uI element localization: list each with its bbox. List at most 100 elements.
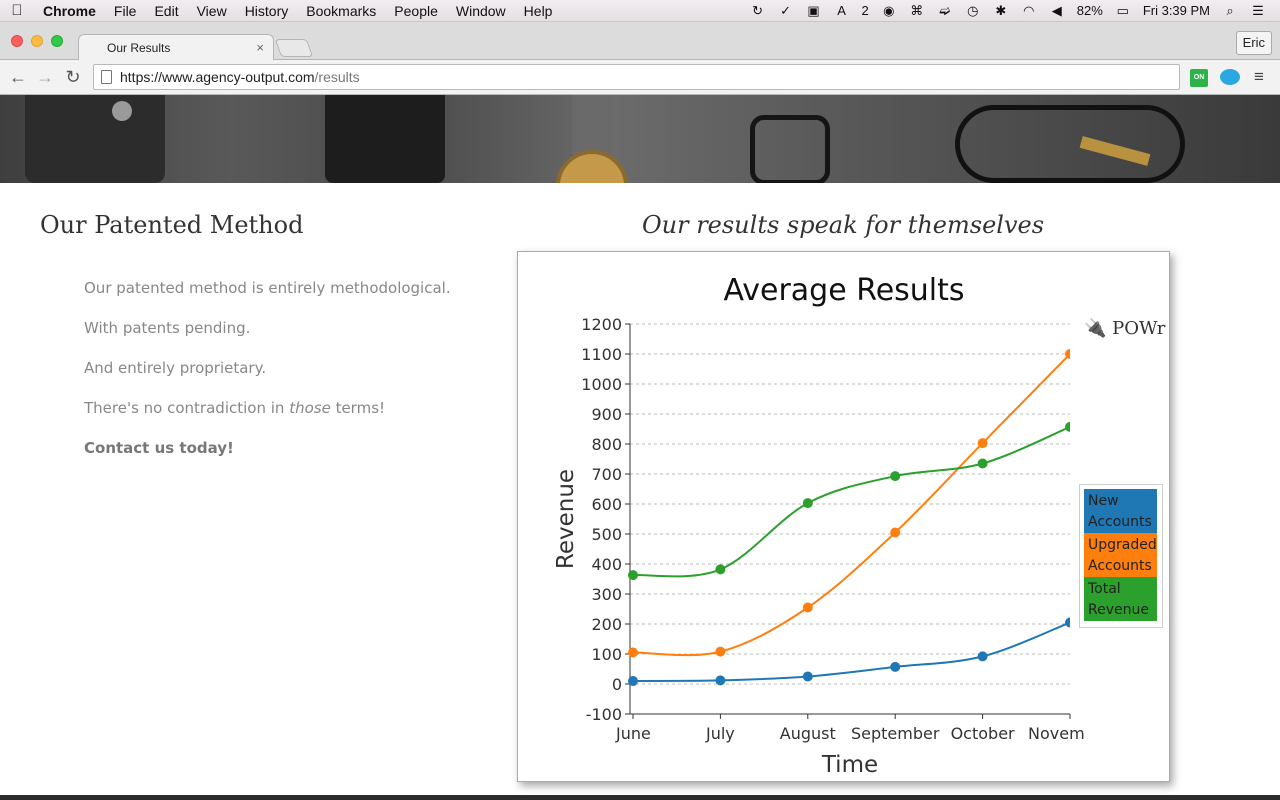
- command-icon[interactable]: ⌘: [909, 3, 925, 18]
- y-tick-label: 0: [612, 675, 622, 694]
- data-point: [628, 676, 638, 686]
- menu-bookmarks[interactable]: Bookmarks: [297, 3, 385, 19]
- zoom-window-button[interactable]: [51, 35, 63, 47]
- chat-extension-icon[interactable]: [1220, 69, 1240, 85]
- powr-label: POWr: [1112, 318, 1166, 339]
- left-heading: Our Patented Method: [40, 211, 304, 239]
- data-point: [890, 527, 901, 538]
- bluetooth-icon[interactable]: ✱: [993, 3, 1009, 18]
- series-line-2: [632, 425, 1070, 578]
- battery-icon[interactable]: ▭: [1115, 3, 1131, 18]
- y-tick-label: -100: [586, 705, 622, 724]
- profile-button[interactable]: Eric: [1235, 31, 1272, 55]
- reload-icon[interactable]: ↻: [62, 66, 84, 88]
- legend-item-new-accounts[interactable]: New Accounts: [1084, 489, 1157, 533]
- menu-help[interactable]: Help: [515, 3, 562, 19]
- paragraph-2: With patents pending.: [84, 319, 251, 337]
- y-tick-label: 400: [591, 555, 622, 574]
- window-controls: [11, 35, 63, 47]
- data-point: [1065, 617, 1070, 628]
- legend-item-upgraded-accounts[interactable]: Upgraded Accounts: [1084, 533, 1157, 577]
- menu-file[interactable]: File: [105, 3, 146, 19]
- minimize-window-button[interactable]: [31, 35, 43, 47]
- close-window-button[interactable]: [11, 35, 23, 47]
- x-tick-label: September: [851, 724, 940, 743]
- data-point: [890, 661, 901, 672]
- browser-toolbar: ← → ↻ https://www.agency-output.com/resu…: [0, 60, 1280, 95]
- x-tick-label: August: [780, 724, 836, 743]
- x-tick-label: Novem: [1028, 724, 1085, 743]
- menu-window[interactable]: Window: [447, 3, 515, 19]
- tab-close-icon[interactable]: ×: [256, 40, 264, 55]
- data-point: [628, 647, 638, 658]
- chrome-menu-icon[interactable]: ≡: [1254, 68, 1270, 86]
- paragraph-1: Our patented method is entirely methodol…: [84, 279, 451, 297]
- sync-icon[interactable]: ↻: [750, 3, 766, 18]
- legend-item-total-revenue[interactable]: Total Revenue: [1084, 577, 1157, 621]
- macos-menu-bar:  Chrome File Edit View History Bookmark…: [0, 0, 1280, 22]
- x-tick-label: July: [705, 724, 735, 743]
- forward-icon[interactable]: →: [34, 66, 56, 88]
- y-tick-label: 200: [591, 615, 622, 634]
- y-tick-label: 1200: [581, 315, 622, 334]
- menu-view[interactable]: View: [188, 3, 236, 19]
- y-tick-label: 1100: [581, 345, 622, 364]
- fast-forward-icon[interactable]: ➫: [937, 3, 953, 18]
- y-tick-label: 1000: [581, 375, 622, 394]
- data-point: [1065, 421, 1070, 432]
- series-line-1: [632, 353, 1070, 657]
- powr-brand[interactable]: 🔌 POWr: [1084, 318, 1165, 339]
- tab-title: Our Results: [107, 41, 171, 55]
- wifi-icon[interactable]: ◠: [1021, 3, 1037, 18]
- data-point: [715, 564, 726, 575]
- data-point: [802, 498, 813, 509]
- data-point: [628, 570, 638, 581]
- paragraph-4-end: terms!: [330, 399, 386, 417]
- notification-center-icon[interactable]: ☰: [1250, 3, 1266, 18]
- menu-app-name[interactable]: Chrome: [34, 3, 105, 19]
- video-camera-icon[interactable]: ▣: [806, 3, 822, 18]
- menu-edit[interactable]: Edit: [145, 3, 187, 19]
- volume-icon[interactable]: ◀: [1049, 3, 1065, 18]
- y-tick-label: 600: [591, 495, 622, 514]
- data-point: [890, 471, 901, 482]
- contact-link[interactable]: Contact us today!: [84, 439, 234, 457]
- y-tick-label: 300: [591, 585, 622, 604]
- hero-banner-image: [0, 95, 1280, 183]
- adobe-icon[interactable]: A: [834, 3, 850, 18]
- x-tick-label: June: [615, 724, 651, 743]
- y-tick-label: 900: [591, 405, 622, 424]
- address-bar[interactable]: https://www.agency-output.com/results: [93, 64, 1180, 90]
- menu-history[interactable]: History: [236, 3, 298, 19]
- page-bottom-strip: [0, 795, 1280, 800]
- check-circle-icon[interactable]: ✓: [778, 3, 794, 18]
- time-machine-icon[interactable]: ◷: [965, 3, 981, 18]
- data-point: [715, 646, 726, 657]
- y-tick-label: 700: [591, 465, 622, 484]
- menu-people[interactable]: People: [385, 3, 447, 19]
- paragraph-4-emphasis: those: [289, 399, 331, 417]
- new-tab-button[interactable]: [274, 39, 314, 57]
- status-area: ↻ ✓ ▣ A 2 ◉ ⌘ ➫ ◷ ✱ ◠ ◀ 82% ▭ Fri 3:39 P…: [750, 3, 1280, 18]
- apple-icon[interactable]: : [0, 2, 34, 19]
- data-point: [802, 671, 813, 682]
- extension-on-icon[interactable]: ON: [1190, 69, 1208, 87]
- page-icon: [101, 70, 112, 84]
- line-chart: Average Results -100 0 100 200 300 400 500 600 70…: [553, 273, 1085, 778]
- data-point: [1065, 349, 1070, 359]
- data-point: [977, 438, 988, 449]
- evernote-icon[interactable]: ◉: [881, 3, 897, 18]
- browser-tab-strip: Our Results × Eric: [0, 22, 1280, 61]
- y-tick-label: 500: [591, 525, 622, 544]
- right-heading: Our results speak for themselves: [641, 211, 1045, 239]
- series-line-0: [632, 621, 1070, 682]
- spotlight-search-icon[interactable]: ⌕: [1222, 3, 1238, 18]
- url-host: https://www.agency-output.com: [120, 69, 315, 85]
- chart-widget: Average Results -100 0 100 200 300 400 500 600 70…: [517, 251, 1170, 782]
- plug-icon: 🔌: [1084, 318, 1107, 339]
- menu-clock[interactable]: Fri 3:39 PM: [1143, 3, 1210, 18]
- paragraph-3: And entirely proprietary.: [84, 359, 267, 377]
- back-icon[interactable]: ←: [7, 66, 29, 88]
- paragraph-4: There's no contradiction in those terms!: [84, 399, 385, 417]
- tab-our-results[interactable]: Our Results ×: [78, 34, 274, 61]
